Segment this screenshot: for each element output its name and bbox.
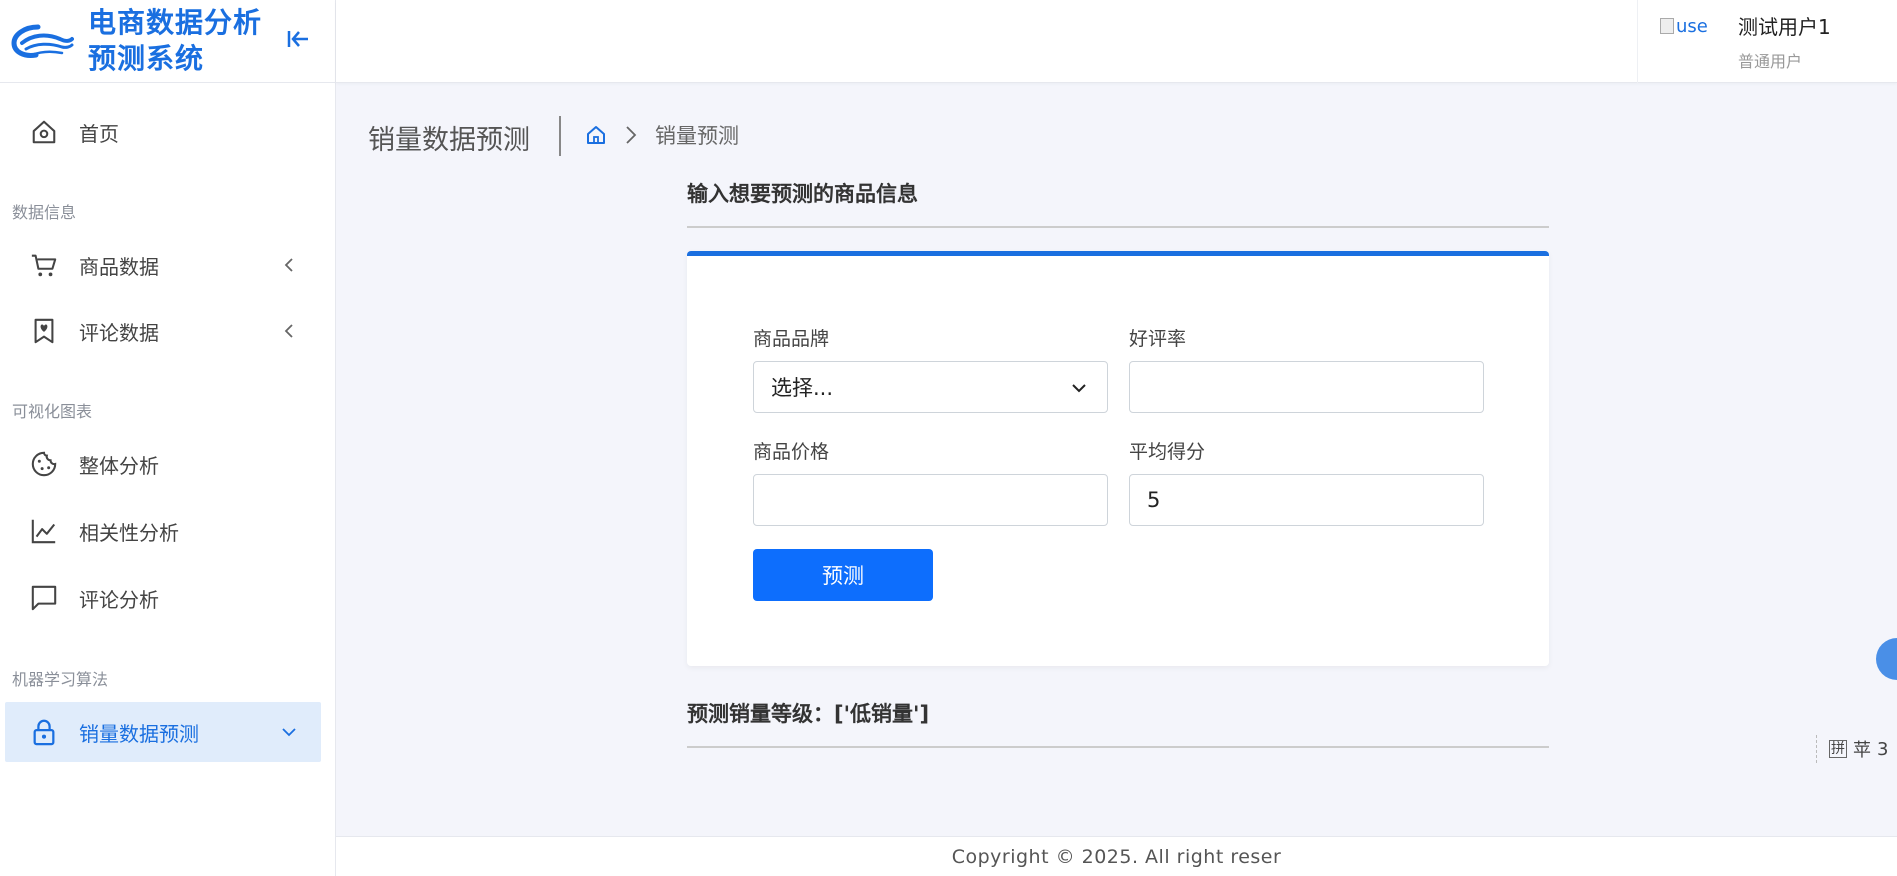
wave-logo-icon bbox=[11, 24, 74, 58]
title-divider bbox=[559, 116, 561, 156]
breadcrumb-current: 销量预测 bbox=[655, 124, 739, 148]
sidebar-item-label: 整体分析 bbox=[79, 453, 159, 478]
form-heading: 输入想要预测的商品信息 bbox=[687, 182, 918, 206]
sidebar-item-comment-analysis[interactable]: 评论分析 bbox=[5, 568, 321, 628]
ime-key[interactable]: 3 bbox=[1877, 739, 1888, 760]
line-chart-icon bbox=[29, 516, 59, 546]
user-menu[interactable]: use 测试用户1 普通用户 bbox=[1637, 0, 1897, 83]
sidebar-item-overall-analysis[interactable]: 整体分析 bbox=[5, 434, 321, 494]
prediction-result: 预测销量等级：['低销量'] bbox=[687, 702, 930, 726]
home-breadcrumb-icon[interactable] bbox=[585, 124, 607, 146]
rating-input[interactable] bbox=[1129, 361, 1484, 413]
footer: Copyright © 2025. All right reser bbox=[336, 836, 1897, 876]
user-name: 测试用户1 bbox=[1738, 15, 1831, 39]
brand-header: 电商数据分析 预测系统 bbox=[0, 0, 335, 83]
cart-icon bbox=[29, 250, 59, 280]
price-label: 商品价格 bbox=[753, 441, 830, 463]
collapse-sidebar-icon[interactable] bbox=[285, 26, 311, 52]
sidebar-item-comment-data[interactable]: 评论数据 bbox=[5, 301, 321, 361]
sidebar-item-sales-prediction[interactable]: 销量数据预测 bbox=[5, 702, 321, 762]
price-input[interactable] bbox=[753, 474, 1108, 526]
app-title-line2: 预测系统 bbox=[88, 42, 205, 75]
prediction-form-card: 商品品牌 选择... 好评率 商品价格 平均得分 预测 bbox=[687, 251, 1549, 666]
avatar-alt-text: use bbox=[1676, 15, 1708, 37]
sidebar-item-product-data[interactable]: 商品数据 bbox=[5, 235, 321, 295]
brand-label: 商品品牌 bbox=[753, 328, 830, 350]
page-title: 销量数据预测 bbox=[368, 125, 530, 156]
score-label: 平均得分 bbox=[1129, 441, 1206, 463]
section-label-charts: 可视化图表 bbox=[12, 402, 93, 421]
chat-icon bbox=[29, 583, 59, 613]
home-icon bbox=[29, 117, 59, 147]
user-role: 普通用户 bbox=[1738, 52, 1803, 71]
bookmark-heart-icon bbox=[29, 316, 59, 346]
app-title-line1: 电商数据分析 bbox=[88, 6, 263, 39]
predict-button[interactable]: 预测 bbox=[753, 549, 933, 601]
sidebar-item-label: 销量数据预测 bbox=[79, 721, 199, 746]
floating-settings-button[interactable] bbox=[1876, 638, 1897, 680]
ime-toolbar[interactable]: 拼 苹 3 bbox=[1816, 735, 1897, 763]
chevron-right-icon bbox=[626, 126, 637, 144]
sidebar: 电商数据分析 预测系统 首页 数据信息 商品数据 评论数据 可视化图表 整体分析… bbox=[0, 0, 336, 876]
brand-select[interactable]: 选择... bbox=[753, 361, 1108, 413]
divider bbox=[687, 226, 1549, 228]
score-input[interactable] bbox=[1129, 474, 1484, 526]
sidebar-item-label: 商品数据 bbox=[79, 254, 159, 279]
broken-image-icon bbox=[1660, 18, 1674, 34]
ime-key[interactable]: 拼 bbox=[1829, 740, 1847, 758]
lock-icon bbox=[29, 717, 59, 747]
sidebar-item-label: 首页 bbox=[79, 121, 119, 146]
app-title: 电商数据分析 预测系统 bbox=[88, 5, 262, 77]
sidebar-item-label: 评论数据 bbox=[79, 320, 159, 345]
avatar[interactable]: use bbox=[1660, 14, 1718, 38]
top-bar: use 测试用户1 普通用户 bbox=[336, 0, 1897, 83]
ime-key[interactable]: 苹 bbox=[1853, 736, 1871, 762]
chevron-left-icon bbox=[284, 324, 293, 338]
user-info: 测试用户1 普通用户 bbox=[1738, 14, 1831, 72]
section-label-data: 数据信息 bbox=[12, 203, 77, 222]
brand-select-value: 选择... bbox=[771, 376, 834, 400]
copyright-text: Copyright © 2025. All right reser bbox=[951, 845, 1282, 868]
sidebar-item-label: 相关性分析 bbox=[79, 520, 179, 545]
chevron-down-icon bbox=[282, 728, 296, 737]
divider bbox=[687, 746, 1549, 748]
sidebar-item-label: 评论分析 bbox=[79, 587, 159, 612]
rating-label: 好评率 bbox=[1129, 328, 1187, 350]
breadcrumb: 销量预测 bbox=[585, 120, 739, 150]
sidebar-item-correlation-analysis[interactable]: 相关性分析 bbox=[5, 501, 321, 561]
chevron-left-icon bbox=[284, 258, 293, 272]
section-label-ml: 机器学习算法 bbox=[12, 670, 109, 689]
chevron-down-icon bbox=[1072, 384, 1086, 393]
cookie-icon bbox=[29, 449, 59, 479]
sidebar-item-home[interactable]: 首页 bbox=[5, 102, 321, 162]
